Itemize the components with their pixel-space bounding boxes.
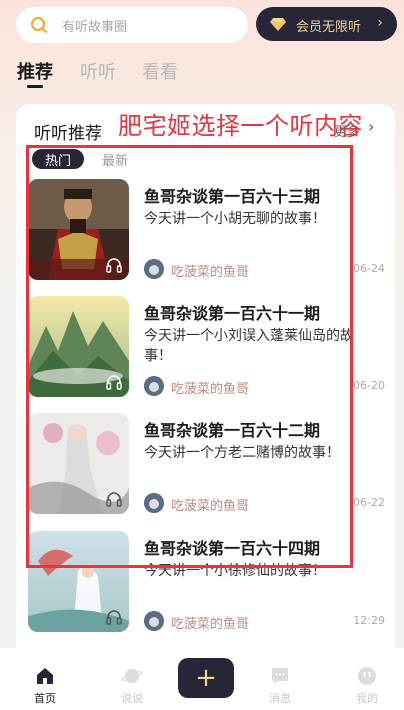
headphone-icon [106, 375, 122, 390]
headphone-icon [106, 258, 122, 273]
search-icon [31, 17, 47, 33]
cover-image [28, 413, 129, 514]
nav-talk-label: 说说 [121, 692, 143, 705]
item-date: 06-20 [353, 379, 385, 392]
list-item[interactable]: 鱼哥杂谈第一百六十三期 今天讲一个小胡无聊的故事！ 吃菠菜的鱼哥 06-24 [28, 179, 390, 283]
item-date: 06-24 [353, 262, 385, 275]
nav-home[interactable]: 首页 [5, 648, 85, 710]
tab-recommend[interactable]: 推荐 [17, 58, 53, 84]
list-item[interactable]: 鱼哥杂谈第一百六十一期 今天讲一个小刘误入蓬莱仙岛的故事！ 吃菠菜的鱼哥 06-… [28, 296, 390, 400]
diamond-icon [270, 18, 286, 31]
nav-message[interactable]: 消息 [240, 648, 320, 710]
nav-mine-label: 我的 [356, 692, 378, 705]
chevron-right-icon[interactable]: › [368, 117, 374, 136]
item-title: 鱼哥杂谈第一百六十二期 [144, 421, 321, 440]
item-description: 今天讲一个小刘误入蓬莱仙岛的故事！ [144, 328, 354, 364]
annotation-text: 肥宅姬选择一个听内容 [118, 112, 363, 140]
nav-home-label: 首页 [34, 692, 56, 705]
author-name: 吃菠菜的鱼哥 [171, 265, 250, 280]
item-description: 今天讲一个小胡无聊的故事！ [144, 211, 326, 227]
search-placeholder: 有听故事圈 [62, 20, 128, 35]
tab-listen[interactable]: 听听 [80, 58, 116, 84]
tab-watch[interactable]: 看看 [142, 58, 178, 84]
author-avatar [144, 611, 164, 631]
vip-button[interactable]: 会员无限听 › [256, 7, 397, 41]
author-avatar [144, 259, 164, 279]
sub-tab-hot[interactable]: 热门 [32, 149, 84, 169]
item-title: 鱼哥杂谈第一百六十一期 [144, 304, 321, 323]
author-name: 吃菠菜的鱼哥 [171, 617, 250, 632]
cover-image [28, 179, 129, 280]
author-avatar [144, 493, 164, 513]
item-date: 12:29 [353, 614, 385, 627]
item-description: 今天讲一个方老二赌博的故事！ [144, 445, 340, 461]
nav-mine[interactable]: 我的 [327, 648, 404, 710]
item-description: 今天讲一个小徐修仙的故事！ [144, 563, 326, 579]
plus-icon: + [195, 663, 217, 693]
cover-image [28, 531, 129, 632]
nav-message-label: 消息 [269, 692, 291, 705]
nav-talk[interactable]: 说说 [92, 648, 172, 710]
author-avatar [144, 376, 164, 396]
item-date: 06-22 [353, 496, 385, 509]
list-item[interactable]: 鱼哥杂谈第一百六十二期 今天讲一个方老二赌博的故事！ 吃菠菜的鱼哥 06-22 [28, 413, 390, 517]
listen-recommend-card: 听听推荐 更多 › 热门 最新 鱼哥杂谈第一百六十三期 今天讲一个小胡无聊的故事… [16, 104, 395, 664]
face-icon [358, 667, 376, 685]
chat-icon [272, 668, 288, 684]
item-title: 鱼哥杂谈第一百六十三期 [144, 187, 321, 206]
search-input[interactable]: 有听故事圈 [16, 7, 248, 43]
create-button[interactable]: + [178, 658, 234, 698]
item-title: 鱼哥杂谈第一百六十四期 [144, 539, 321, 558]
cover-image [28, 296, 129, 397]
author-name: 吃菠菜的鱼哥 [171, 382, 250, 397]
headphone-icon [106, 492, 122, 507]
chevron-right-icon: › [377, 15, 383, 31]
vip-label: 会员无限听 [296, 20, 362, 35]
planet-icon [122, 669, 142, 683]
headphone-icon [106, 610, 122, 625]
home-icon [37, 668, 53, 684]
list-item[interactable]: 鱼哥杂谈第一百六十四期 今天讲一个小徐修仙的故事！ 吃菠菜的鱼哥 12:29 [28, 531, 390, 635]
card-title: 听听推荐 [34, 124, 102, 144]
sub-tab-latest[interactable]: 最新 [102, 150, 128, 169]
tab-indicator [27, 85, 43, 88]
author-name: 吃菠菜的鱼哥 [171, 499, 250, 514]
